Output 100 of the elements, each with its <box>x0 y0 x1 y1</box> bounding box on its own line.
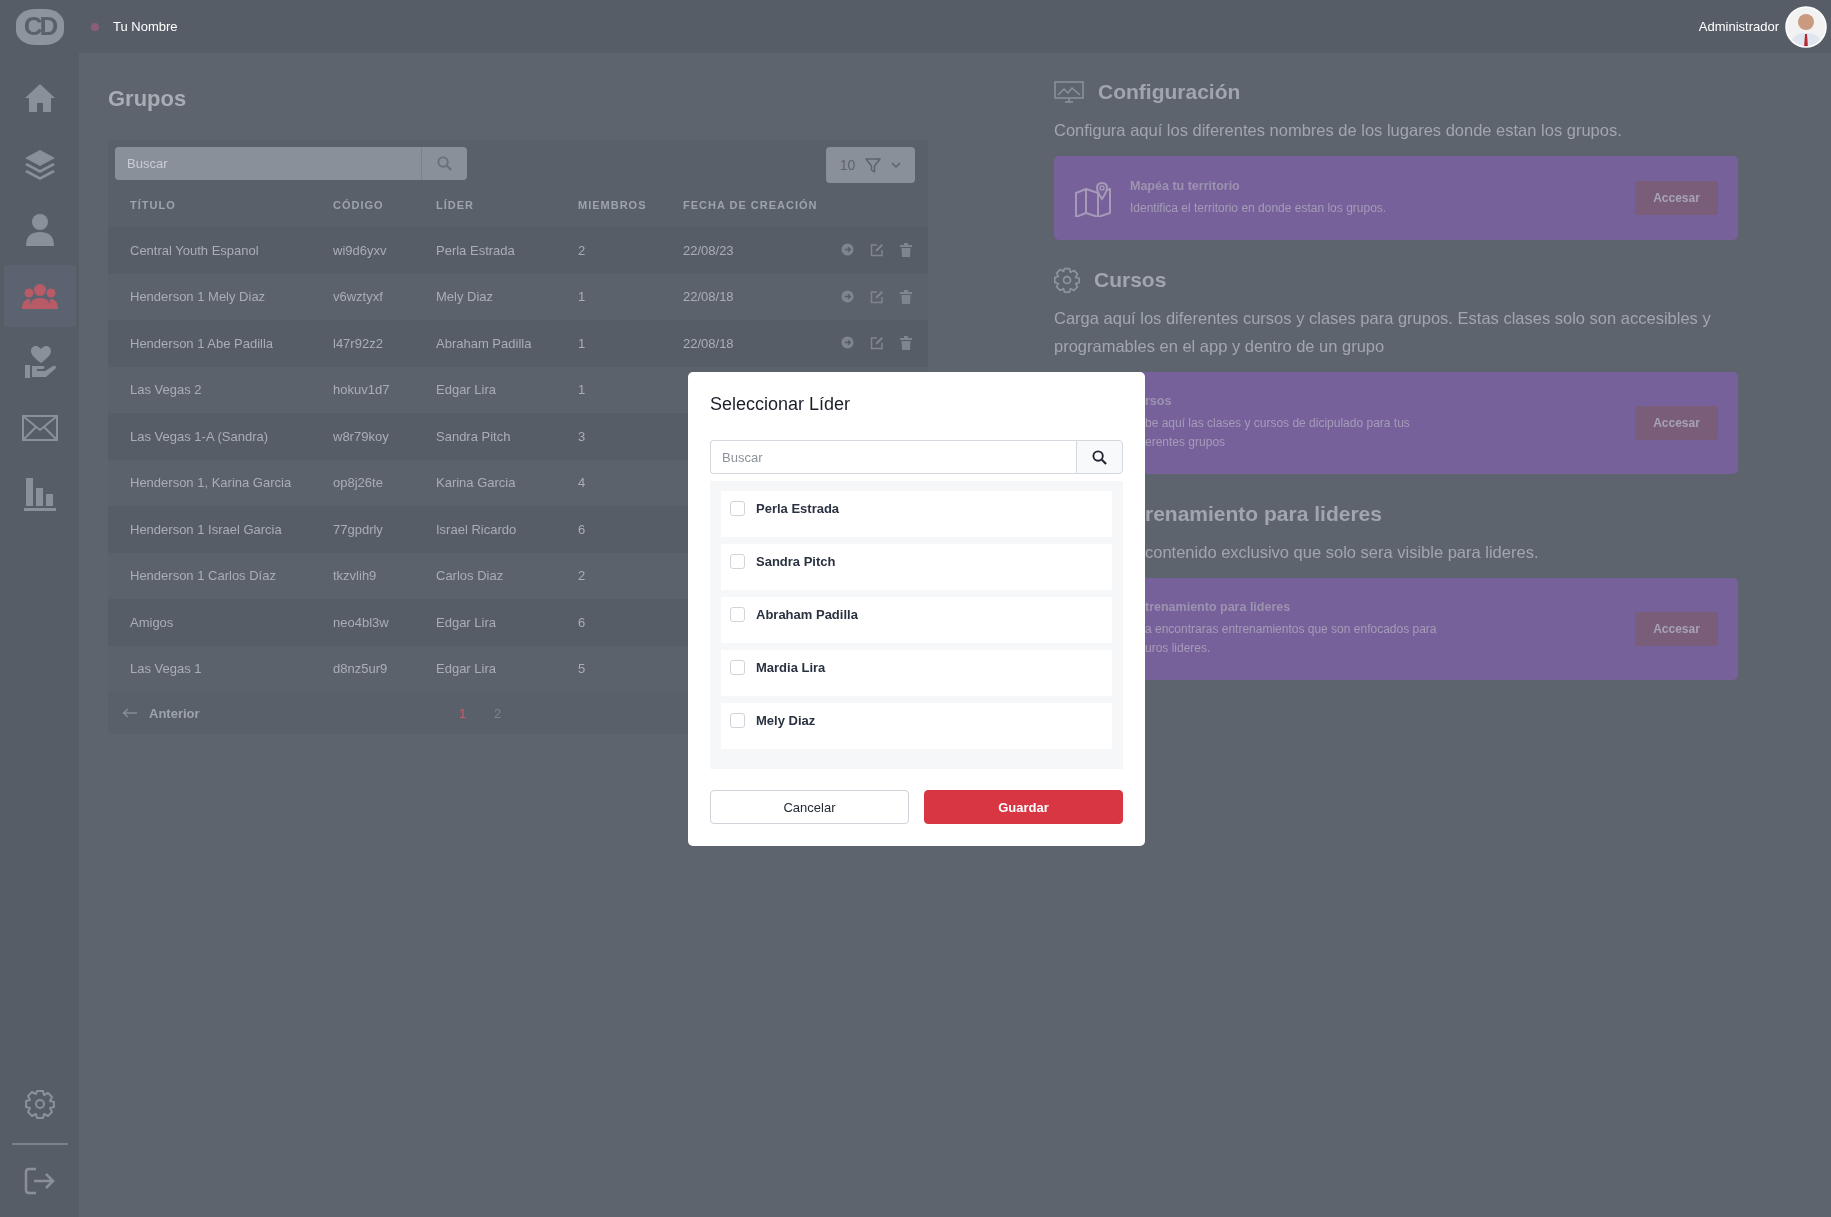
leader-option[interactable]: Sandra Pitch <box>721 544 1112 590</box>
card-text: erentes grupos <box>1145 434 1227 451</box>
table-cell-text: Carlos Diaz <box>436 568 505 584</box>
checkbox[interactable] <box>730 501 745 516</box>
table-cell-text: v6wztyxf <box>333 289 384 305</box>
table-cell-text: Las Vegas 2 <box>130 382 203 398</box>
user-role: Administrador <box>1698 19 1779 34</box>
leader-option[interactable]: Perla Estrada <box>721 491 1112 537</box>
section-title: Cursos <box>1094 268 1167 292</box>
table-cell-text: Edgar Lira <box>436 382 497 398</box>
table-cell-text: Sandra Pitch <box>436 428 512 444</box>
section-description: contenido exclusivo que solo sera visible para lideres. <box>1144 542 1540 563</box>
table-cell-text: Las Vegas 1-A (Sandra) <box>130 428 270 444</box>
edit-icon[interactable] <box>870 243 884 258</box>
previous-link[interactable]: Anterior <box>122 705 459 721</box>
edit-icon[interactable] <box>870 289 884 304</box>
edit-icon[interactable] <box>870 336 884 351</box>
table-cell-text: Henderson 1 Abe Padilla <box>130 335 275 351</box>
table-cell-text: Abraham Padilla <box>436 335 533 351</box>
settings-icon <box>24 1089 55 1119</box>
table-cell-text: 1 <box>578 382 587 398</box>
chevron-down-icon <box>891 162 902 168</box>
table-cell-text: 6 <box>578 521 587 537</box>
table-cell-text: Henderson 1 Israel Garcia <box>130 521 283 537</box>
logout-icon <box>23 1167 56 1195</box>
filter-icon <box>865 157 882 173</box>
avatar[interactable] <box>1785 5 1827 48</box>
table-cell-text: w8r79koy <box>333 428 390 444</box>
table-cell-text: neo4bl3w <box>333 614 390 630</box>
table-cell-text: 1 <box>578 335 587 351</box>
search-icon <box>1092 449 1107 465</box>
trash-icon[interactable] <box>900 336 912 351</box>
save-button[interactable]: Guardar <box>924 790 1123 824</box>
heart-hand-icon <box>22 345 57 379</box>
table-cell-text: hokuv1d7 <box>333 382 391 398</box>
table-cell-text: 5 <box>578 661 587 677</box>
table-cell-text: Israel Ricardo <box>436 521 518 537</box>
map-icon <box>1074 179 1112 217</box>
access-button[interactable]: Accesar <box>1635 406 1718 440</box>
table-cell-text: Las Vegas 1 <box>130 661 203 677</box>
checkbox[interactable] <box>730 554 745 569</box>
column-header: MIEMBROS <box>578 199 648 211</box>
table-cell-text: Mely Diaz <box>436 289 495 305</box>
table-cell-text: 3 <box>578 428 587 444</box>
table-cell-text: 6 <box>578 614 587 630</box>
table-cell-text: wi9d6yxv <box>333 242 388 258</box>
table-cell-text: 2 <box>578 242 587 258</box>
column-header: TÍTULO <box>130 199 177 211</box>
table-cell-text: Central Youth Espanol <box>130 242 260 258</box>
leader-option[interactable]: Mely Diaz <box>721 703 1112 749</box>
section-description: Carga aquí los diferentes cursos y clases para grupos. Estas clases solo son accesibles y programables en el app y dentro de un grupo <box>1054 308 1712 357</box>
card-text: Identifica el territorio en donde estan los grupos. <box>1130 199 1388 217</box>
page-title: Grupos <box>108 86 188 112</box>
section-title: Configuración <box>1098 80 1241 104</box>
sidebar-item[interactable] <box>3 265 76 327</box>
leader-option[interactable]: Mardia Lira <box>721 650 1112 696</box>
search-icon <box>437 156 452 171</box>
open-icon[interactable] <box>841 243 854 257</box>
table-cell-text: Henderson 1 Mely Diaz <box>130 289 267 305</box>
bar-chart-icon <box>22 476 57 512</box>
table-cell-text: Henderson 1, Karina Garcia <box>130 475 293 491</box>
table-cell-text: 4 <box>578 475 587 491</box>
trash-icon[interactable] <box>900 243 912 258</box>
table-cell-text: Edgar Lira <box>436 661 497 677</box>
table-cell-text: 22/08/23 <box>683 242 735 258</box>
page-link[interactable]: 1 <box>459 705 494 721</box>
card-text: uros lideres. <box>1145 640 1212 657</box>
search-field[interactable]: Buscar <box>115 147 421 180</box>
table-cell-text: 22/08/18 <box>683 335 735 351</box>
open-icon[interactable] <box>841 289 854 303</box>
checkbox[interactable] <box>730 607 745 622</box>
monitor-icon <box>1054 81 1084 103</box>
table-cell-text: Edgar Lira <box>436 614 497 630</box>
access-button[interactable]: Accesar <box>1635 181 1718 215</box>
card-text: be aquí las clases y cursos de dicipulado para tus <box>1145 415 1411 432</box>
leader-option[interactable]: Abraham Padilla <box>721 597 1112 643</box>
cancel-button[interactable]: Cancelar <box>710 790 909 824</box>
table-cell-text: Perla Estrada <box>436 242 516 258</box>
access-button[interactable]: Accesar <box>1635 612 1718 646</box>
table-cell-text: 22/08/18 <box>683 289 735 305</box>
open-icon[interactable] <box>841 336 854 350</box>
column-header: LÍDER <box>436 199 475 211</box>
gear-icon <box>1054 267 1080 293</box>
checkbox[interactable] <box>730 660 745 675</box>
table-cell-text: l47r92z2 <box>333 335 384 351</box>
section-description: Configura aquí los diferentes nombres de los lugares donde estan los grupos. <box>1054 120 1623 141</box>
checkbox[interactable] <box>730 713 745 728</box>
arrow-left-icon <box>122 708 137 718</box>
table-cell-text: d8nz5ur9 <box>333 661 389 677</box>
search-field[interactable]: Buscar <box>710 440 1076 474</box>
group-icon <box>21 283 58 309</box>
table-cell-text: Amigos <box>130 614 175 630</box>
status-dot <box>91 22 99 31</box>
user-name: Tu Nombre <box>113 19 178 34</box>
table-cell-text: Henderson 1 Carlos Díaz <box>130 568 277 584</box>
table-cell-text: 2 <box>578 568 587 584</box>
table-cell-text: op8j26te <box>333 475 384 491</box>
trash-icon[interactable] <box>900 289 912 304</box>
table-cell-text: Karina Garcia <box>436 475 517 491</box>
column-header: FECHA DE CREACIÓN <box>683 199 819 211</box>
